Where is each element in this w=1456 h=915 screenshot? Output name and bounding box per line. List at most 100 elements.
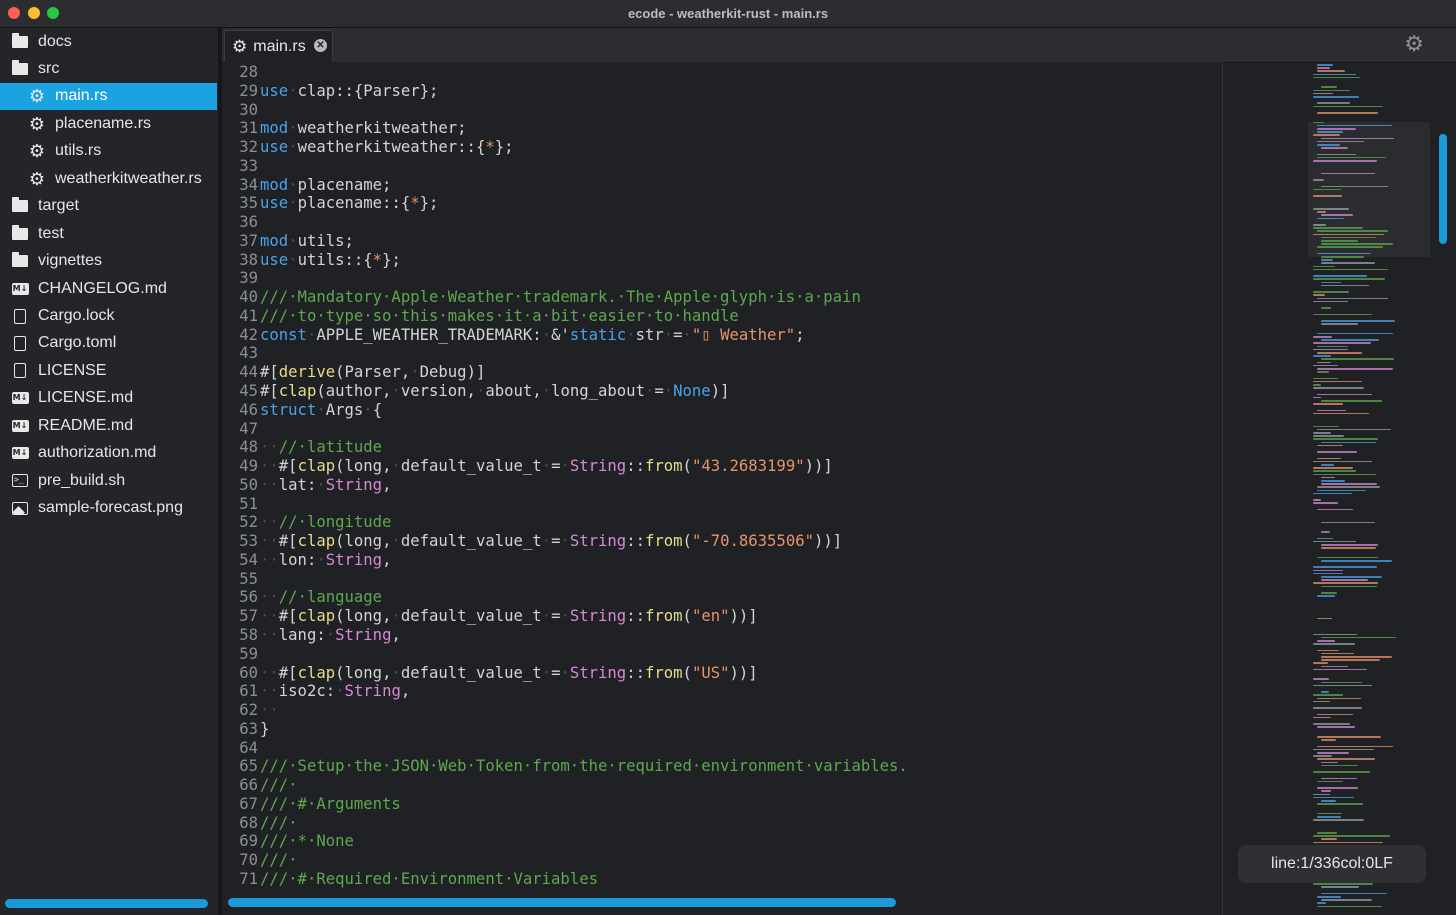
tree-item-cargo-lock[interactable]: Cargo.lock — [0, 303, 217, 330]
editor-horizontal-scrollbar[interactable] — [228, 898, 896, 907]
code-token: String — [335, 625, 392, 644]
tree-item-cargo-toml[interactable]: Cargo.toml — [0, 330, 217, 357]
tree-item-license-md[interactable]: M↓ LICENSE.md — [0, 385, 217, 412]
code-line: 30 — [222, 101, 1222, 120]
tree-item-readme-md[interactable]: M↓ README.md — [0, 412, 217, 439]
minimap-line — [1313, 233, 1384, 236]
minimap-line — [1313, 643, 1355, 645]
code-token: · — [391, 663, 401, 682]
line-number: 43 — [239, 344, 258, 363]
line-number: 62 — [239, 701, 258, 720]
line-number: 64 — [239, 738, 258, 757]
code-token: ·· — [260, 438, 279, 457]
tree-item-label: weatherkitweather.rs — [55, 169, 202, 187]
code-token: clap — [297, 607, 336, 626]
line-number: 34 — [239, 175, 258, 194]
minimap-line — [1321, 256, 1365, 258]
code-token: }; — [382, 250, 401, 269]
code-token: · — [288, 138, 298, 157]
tree-item-vignettes[interactable]: vignettes — [0, 248, 217, 275]
minimap-line — [1317, 156, 1387, 159]
minimap-line — [1321, 544, 1378, 546]
minimap-line — [1321, 358, 1394, 360]
line-number: 41 — [239, 306, 258, 325]
line-number: 38 — [239, 250, 258, 269]
code-token: version, — [400, 382, 476, 401]
line-number: 66 — [239, 776, 258, 795]
code-line: 70///· — [222, 851, 1222, 870]
code-text: mod·placename; — [260, 176, 391, 195]
tree-item-placename-rs[interactable]: ⚙ placename.rs — [0, 110, 217, 137]
minimap-line — [1321, 579, 1369, 581]
code-line: 60 ··#[clap(long,·default_value_t·=·Strin… — [222, 664, 1222, 683]
minimap-line — [1317, 352, 1362, 354]
code-token: · — [560, 457, 570, 476]
code-token: · — [541, 457, 552, 476]
minimap-line — [1321, 236, 1377, 239]
minimap-line — [1321, 739, 1336, 741]
close-tab-icon[interactable]: ✕ — [314, 39, 327, 52]
file-tree: docs src ⚙ main.rs ⚙ placename.rs ⚙ utils.rs ⚙ we… — [0, 28, 218, 915]
folder-icon — [10, 197, 30, 215]
minimap-line — [1317, 102, 1350, 104]
code-text: ··lang:·String, — [260, 626, 401, 645]
code-line: 31 mod·weatherkitweather; — [222, 119, 1222, 138]
code-token: #[ — [260, 363, 279, 382]
tree-item-utils-rs[interactable]: ⚙ utils.rs — [0, 138, 217, 165]
code-editor[interactable]: 28 29 use·clap::{Parser}; 30 31 mod·weatherki… — [222, 62, 1222, 915]
tree-item-changelog-md[interactable]: M↓ CHANGELOG.md — [0, 275, 217, 302]
line-number: 29 — [239, 81, 258, 100]
line-number: 61 — [239, 682, 258, 701]
code-token: utils; — [297, 231, 354, 250]
tree-item-pre-build-sh[interactable]: >_ pre_build.sh — [0, 467, 217, 494]
tree-item-docs[interactable]: docs — [0, 28, 217, 55]
code-token: · — [391, 607, 401, 626]
minimap-line — [1313, 387, 1365, 389]
code-text: mod·weatherkitweather; — [260, 119, 467, 138]
editor-vertical-scrollbar[interactable] — [1439, 134, 1447, 244]
tab-main-rs[interactable]: ⚙ main.rs ✕ — [224, 30, 333, 62]
code-token: ///·#·Required·Environment·Variables — [260, 869, 598, 888]
minimap-line — [1313, 470, 1356, 472]
tree-item-test[interactable]: test — [0, 220, 217, 247]
tree-item-sample-forecast-png[interactable]: sample-forecast.png — [0, 495, 217, 522]
tree-item-authorization-md[interactable]: M↓ authorization.md — [0, 440, 217, 467]
code-token: default_value_t — [400, 663, 542, 682]
folder-open-icon — [10, 59, 30, 78]
tree-item-weatherkitweather-rs[interactable]: ⚙ weatherkitweather.rs — [0, 165, 217, 192]
line-number: 39 — [239, 269, 258, 288]
minimap-line — [1321, 172, 1376, 175]
minimap-line — [1317, 70, 1345, 72]
line-number: 42 — [239, 325, 258, 344]
minimize-window-button[interactable] — [28, 7, 40, 19]
tree-item-target[interactable]: target — [0, 193, 217, 220]
minimap-line — [1313, 313, 1373, 316]
minimap[interactable] — [1305, 62, 1435, 915]
close-window-button[interactable] — [8, 7, 20, 19]
rust-gear-icon: ⚙ — [28, 168, 46, 189]
minimap-line — [1313, 208, 1350, 210]
code-token: ( — [682, 457, 692, 476]
minimap-line — [1321, 284, 1369, 287]
image-icon — [10, 499, 30, 517]
code-token: ///· — [260, 813, 298, 832]
minimap-line — [1321, 521, 1375, 524]
minimap-line — [1317, 617, 1333, 620]
code-token: ///·#·Arguments — [260, 794, 401, 813]
minimap-line — [1317, 371, 1329, 373]
minimap-line — [1313, 92, 1333, 95]
minimap-line — [1317, 736, 1382, 738]
tree-item-label: README.md — [38, 416, 134, 434]
settings-gear-icon[interactable]: ⚙ — [1404, 33, 1424, 55]
minimap-line — [1317, 153, 1356, 156]
sidebar-horizontal-scrollbar[interactable] — [5, 899, 208, 908]
tree-item-license[interactable]: LICENSE — [0, 357, 217, 384]
code-text: ··lon:·String, — [260, 551, 391, 570]
tree-item-label: Cargo.lock — [38, 307, 115, 324]
line-number: 31 — [239, 119, 258, 138]
tree-item-main-rs[interactable]: ⚙ main.rs — [0, 82, 217, 110]
code-token: (long, — [335, 457, 392, 476]
maximize-window-button[interactable] — [47, 7, 59, 19]
tree-item-src[interactable]: src — [0, 55, 217, 82]
code-token: * — [410, 194, 420, 213]
